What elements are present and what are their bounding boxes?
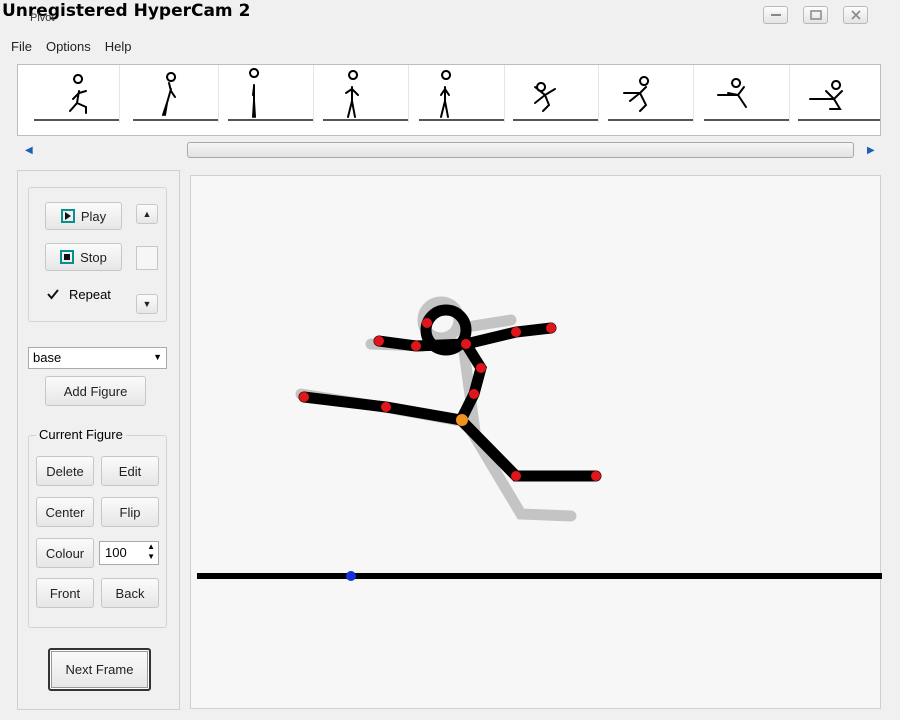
chevron-down-icon: ▼	[153, 352, 162, 362]
menu-help[interactable]: Help	[98, 36, 139, 58]
joint-handle[interactable]	[591, 471, 601, 481]
frame-thumbnail[interactable]	[600, 65, 694, 123]
joint-handle[interactable]	[461, 339, 471, 349]
maximize-icon[interactable]	[803, 6, 828, 24]
joint-handle[interactable]	[511, 471, 521, 481]
back-button[interactable]: Back	[101, 578, 159, 608]
arrow-up-icon: ▲	[142, 209, 152, 219]
joint-handle[interactable]	[511, 327, 521, 337]
speed-up-button[interactable]: ▲	[136, 204, 158, 224]
scroll-left-icon[interactable]: ◀	[25, 145, 33, 156]
close-icon[interactable]	[843, 6, 868, 24]
next-frame-button[interactable]: Next Frame	[48, 648, 151, 691]
flip-button[interactable]: Flip	[101, 497, 159, 527]
animation-canvas[interactable]	[190, 175, 882, 710]
joint-handle[interactable]	[422, 318, 432, 328]
pivot-joint-handle[interactable]	[456, 414, 468, 426]
window-title: Pivot	[30, 12, 55, 24]
frame-thumbnail[interactable]	[125, 65, 219, 123]
figure-select-value: base	[33, 350, 62, 365]
colour-stepper[interactable]: 100 ▲ ▼	[99, 541, 159, 565]
stop-label: Stop	[80, 249, 107, 265]
scroll-right-icon[interactable]: ▶	[867, 145, 875, 156]
frame-figure-icon	[534, 82, 556, 112]
speed-down-button[interactable]: ▼	[136, 294, 158, 314]
figure-select[interactable]: base ▼	[28, 347, 167, 369]
frame-figure-icon	[623, 76, 650, 112]
frame-figure-icon	[345, 70, 359, 118]
stop-icon	[60, 250, 75, 264]
frame-thumbnail[interactable]	[696, 65, 790, 123]
joint-handle[interactable]	[374, 336, 384, 346]
arrow-down-icon: ▼	[142, 299, 152, 309]
frame-ground-line	[798, 119, 880, 121]
ground-line	[197, 573, 882, 579]
frame-scrollbar-thumb[interactable]	[187, 142, 854, 158]
joint-handle[interactable]	[469, 389, 479, 399]
frame-figure-icon	[249, 68, 260, 118]
repeat-checkbox[interactable]: Repeat	[45, 286, 111, 302]
frame-figure-icon	[717, 78, 747, 108]
joint-handle[interactable]	[381, 402, 391, 412]
play-icon	[60, 209, 75, 223]
joint-handle[interactable]	[411, 341, 421, 351]
frame-figure-icon	[69, 74, 87, 114]
frame-strip	[17, 64, 881, 136]
frame-ground-line	[133, 119, 218, 121]
center-button[interactable]: Center	[36, 497, 94, 527]
menu-bar: File Options Help	[0, 36, 900, 58]
add-figure-button[interactable]: Add Figure	[45, 376, 146, 406]
stop-button[interactable]: Stop	[45, 243, 122, 271]
title-bar: Unregistered HyperCam 2 Pivot	[0, 0, 900, 34]
menu-file[interactable]: File	[0, 36, 39, 58]
frame-figure-icon	[809, 80, 843, 110]
joint-handle[interactable]	[299, 392, 309, 402]
joint-handle[interactable]	[546, 323, 556, 333]
frame-ground-line	[34, 119, 119, 121]
frame-ground-line	[704, 119, 789, 121]
minimize-icon[interactable]	[763, 6, 788, 24]
play-button[interactable]: Play	[45, 202, 122, 230]
ground-joint-handle[interactable]	[346, 571, 356, 581]
delete-button[interactable]: Delete	[36, 456, 94, 486]
frame-ground-line	[323, 119, 408, 121]
stepper-icon[interactable]: ▲ ▼	[147, 542, 155, 562]
frame-figure-icon	[440, 70, 452, 118]
frame-figure-icon	[162, 72, 177, 116]
play-label: Play	[80, 208, 107, 224]
colour-button[interactable]: Colour	[36, 538, 94, 568]
colour-value: 100	[105, 545, 127, 560]
stick-figure-stage[interactable]	[191, 176, 882, 710]
frame-ground-line	[228, 119, 313, 121]
frame-ground-line	[513, 119, 598, 121]
menu-options[interactable]: Options	[39, 36, 98, 58]
edit-button[interactable]: Edit	[101, 456, 159, 486]
check-icon	[45, 286, 61, 302]
frame-thumbnail[interactable]	[505, 65, 599, 123]
frame-thumbnail[interactable]	[411, 65, 505, 123]
speed-slider-thumb[interactable]	[136, 246, 158, 270]
front-button[interactable]: Front	[36, 578, 94, 608]
frame-thumbnail[interactable]	[26, 65, 120, 123]
joint-handle[interactable]	[476, 363, 486, 373]
frame-thumbnail[interactable]	[220, 65, 314, 123]
frame-ground-line	[419, 119, 504, 121]
frame-thumbnail[interactable]	[790, 65, 880, 123]
frame-ground-line	[608, 119, 693, 121]
repeat-label: Repeat	[69, 286, 111, 302]
current-figure-legend: Current Figure	[36, 427, 126, 442]
frame-thumbnail[interactable]	[315, 65, 409, 123]
